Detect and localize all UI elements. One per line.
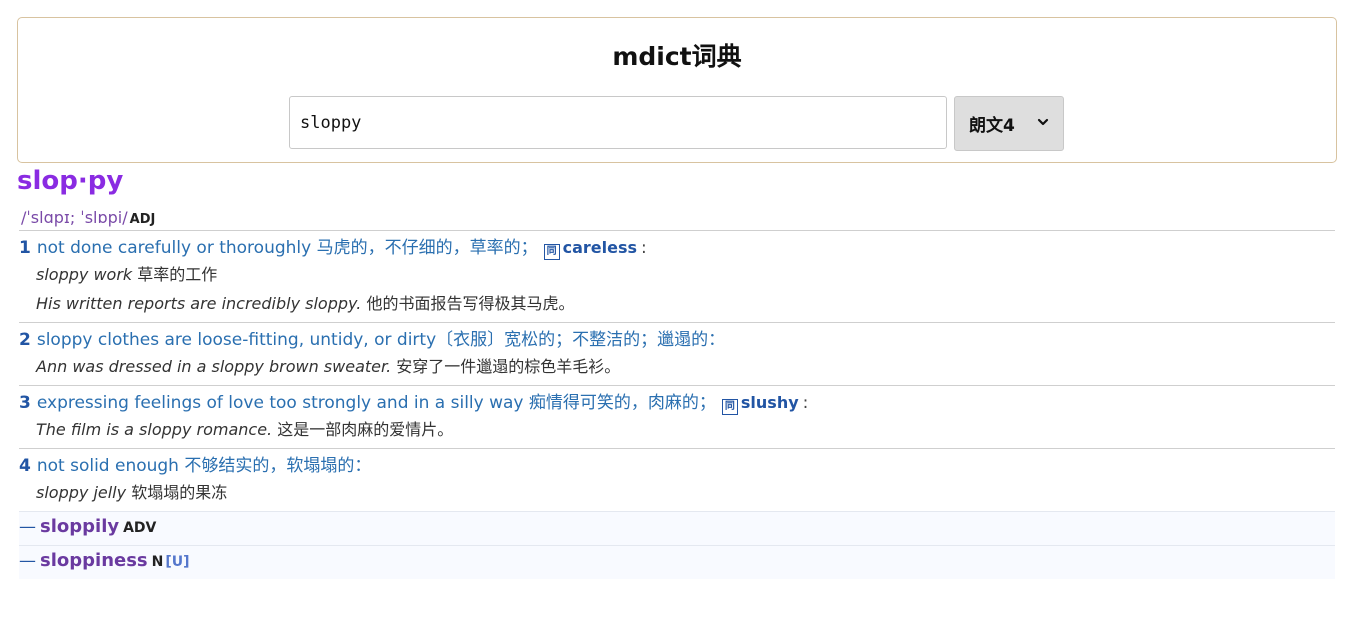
headword: slop·py xyxy=(17,166,124,196)
example-en: His written reports are incredibly slopp… xyxy=(36,294,362,313)
part-of-speech: ADJ xyxy=(129,212,156,227)
synonym-link[interactable]: slushy xyxy=(741,393,799,412)
example-zh: 他的书面报告写得极其马虎。 xyxy=(366,294,575,313)
pronunciation-line: /ˈslɑpɪ; ˈslɒpi/ADJ xyxy=(17,206,1335,230)
search-panel: mdict词典 朗文4 xyxy=(17,17,1337,163)
definition-line: 4 not solid enough 不够结实的，软塌塌的： xyxy=(19,454,1335,478)
pronunciation: /ˈslɑpɪ; ˈslɒpi/ xyxy=(21,208,128,227)
example-zh: 安穿了一件邋遢的棕色羊毛衫。 xyxy=(396,357,621,376)
synonym-icon: 同 xyxy=(721,399,738,415)
search-input[interactable] xyxy=(289,96,947,149)
derivative-sloppily: — sloppily ADV xyxy=(19,511,1335,545)
dash: — xyxy=(19,551,36,571)
sense-number: 3 xyxy=(19,393,31,413)
definition: sloppy clothes are loose-fitting, untidy… xyxy=(36,330,726,350)
sense-3: 3 expressing feelings of love too strongl… xyxy=(19,385,1335,448)
derivative-word: sloppily xyxy=(40,516,120,537)
sense-4: 4 not solid enough 不够结实的，软塌塌的： sloppy jel… xyxy=(19,448,1335,511)
example-zh: 草率的工作 xyxy=(137,265,218,284)
dictionary-select[interactable]: 朗文4 xyxy=(954,96,1064,151)
chevron-down-icon xyxy=(1037,118,1049,126)
dictionary-select-value: 朗文4 xyxy=(969,116,1015,136)
definition-line: 3 expressing feelings of love too strongl… xyxy=(19,391,1335,415)
derivative-sloppiness: — sloppiness N [U] xyxy=(19,545,1335,579)
colon: : xyxy=(802,393,809,413)
example: Ann was dressed in a sloppy brown sweate… xyxy=(19,352,1335,381)
derivative-pos: N xyxy=(151,554,164,570)
derivative-pos: ADV xyxy=(123,520,157,536)
dictionary-entry: slop·py /ˈslɑpɪ; ˈslɒpi/ADJ 1 not done ca… xyxy=(17,165,1335,579)
definition: not solid enough 不够结实的，软塌塌的： xyxy=(36,456,372,476)
example: sloppy jelly 软塌塌的果冻 xyxy=(19,478,1335,507)
colon: : xyxy=(641,238,647,258)
sense-number: 1 xyxy=(19,238,31,258)
grammar-code: [U] xyxy=(165,554,190,570)
example-zh: 这是一部肉麻的爱情片。 xyxy=(277,420,454,439)
sense-number: 4 xyxy=(19,456,31,476)
example: The film is a sloppy romance. 这是一部肉麻的爱情片… xyxy=(19,415,1335,444)
definition: not done carefully or thoroughly 马虎的，不仔细… xyxy=(36,238,538,258)
example-en: sloppy jelly xyxy=(36,483,127,502)
example-en: The film is a sloppy romance. xyxy=(36,420,273,439)
sense-1: 1 not done carefully or thoroughly 马虎的，不仔… xyxy=(19,230,1335,322)
sense-2: 2 sloppy clothes are loose-fitting, untid… xyxy=(19,322,1335,385)
example: His written reports are incredibly slopp… xyxy=(19,289,1335,318)
sense-number: 2 xyxy=(19,330,31,350)
definition-line: 1 not done carefully or thoroughly 马虎的，不仔… xyxy=(19,236,1335,260)
example-en: sloppy work xyxy=(36,265,133,284)
example: sloppy work 草率的工作 xyxy=(19,260,1335,289)
example-en: Ann was dressed in a sloppy brown sweate… xyxy=(36,357,392,376)
synonym-link[interactable]: careless xyxy=(563,238,637,257)
definition: expressing feelings of love too strongly… xyxy=(36,393,716,413)
synonym-icon: 同 xyxy=(543,244,560,260)
example-zh: 软塌塌的果冻 xyxy=(131,483,228,502)
app-title: mdict词典 xyxy=(612,42,742,71)
dash: — xyxy=(19,517,36,537)
derivative-word: sloppiness xyxy=(40,550,148,571)
definition-line: 2 sloppy clothes are loose-fitting, untid… xyxy=(19,328,1335,352)
